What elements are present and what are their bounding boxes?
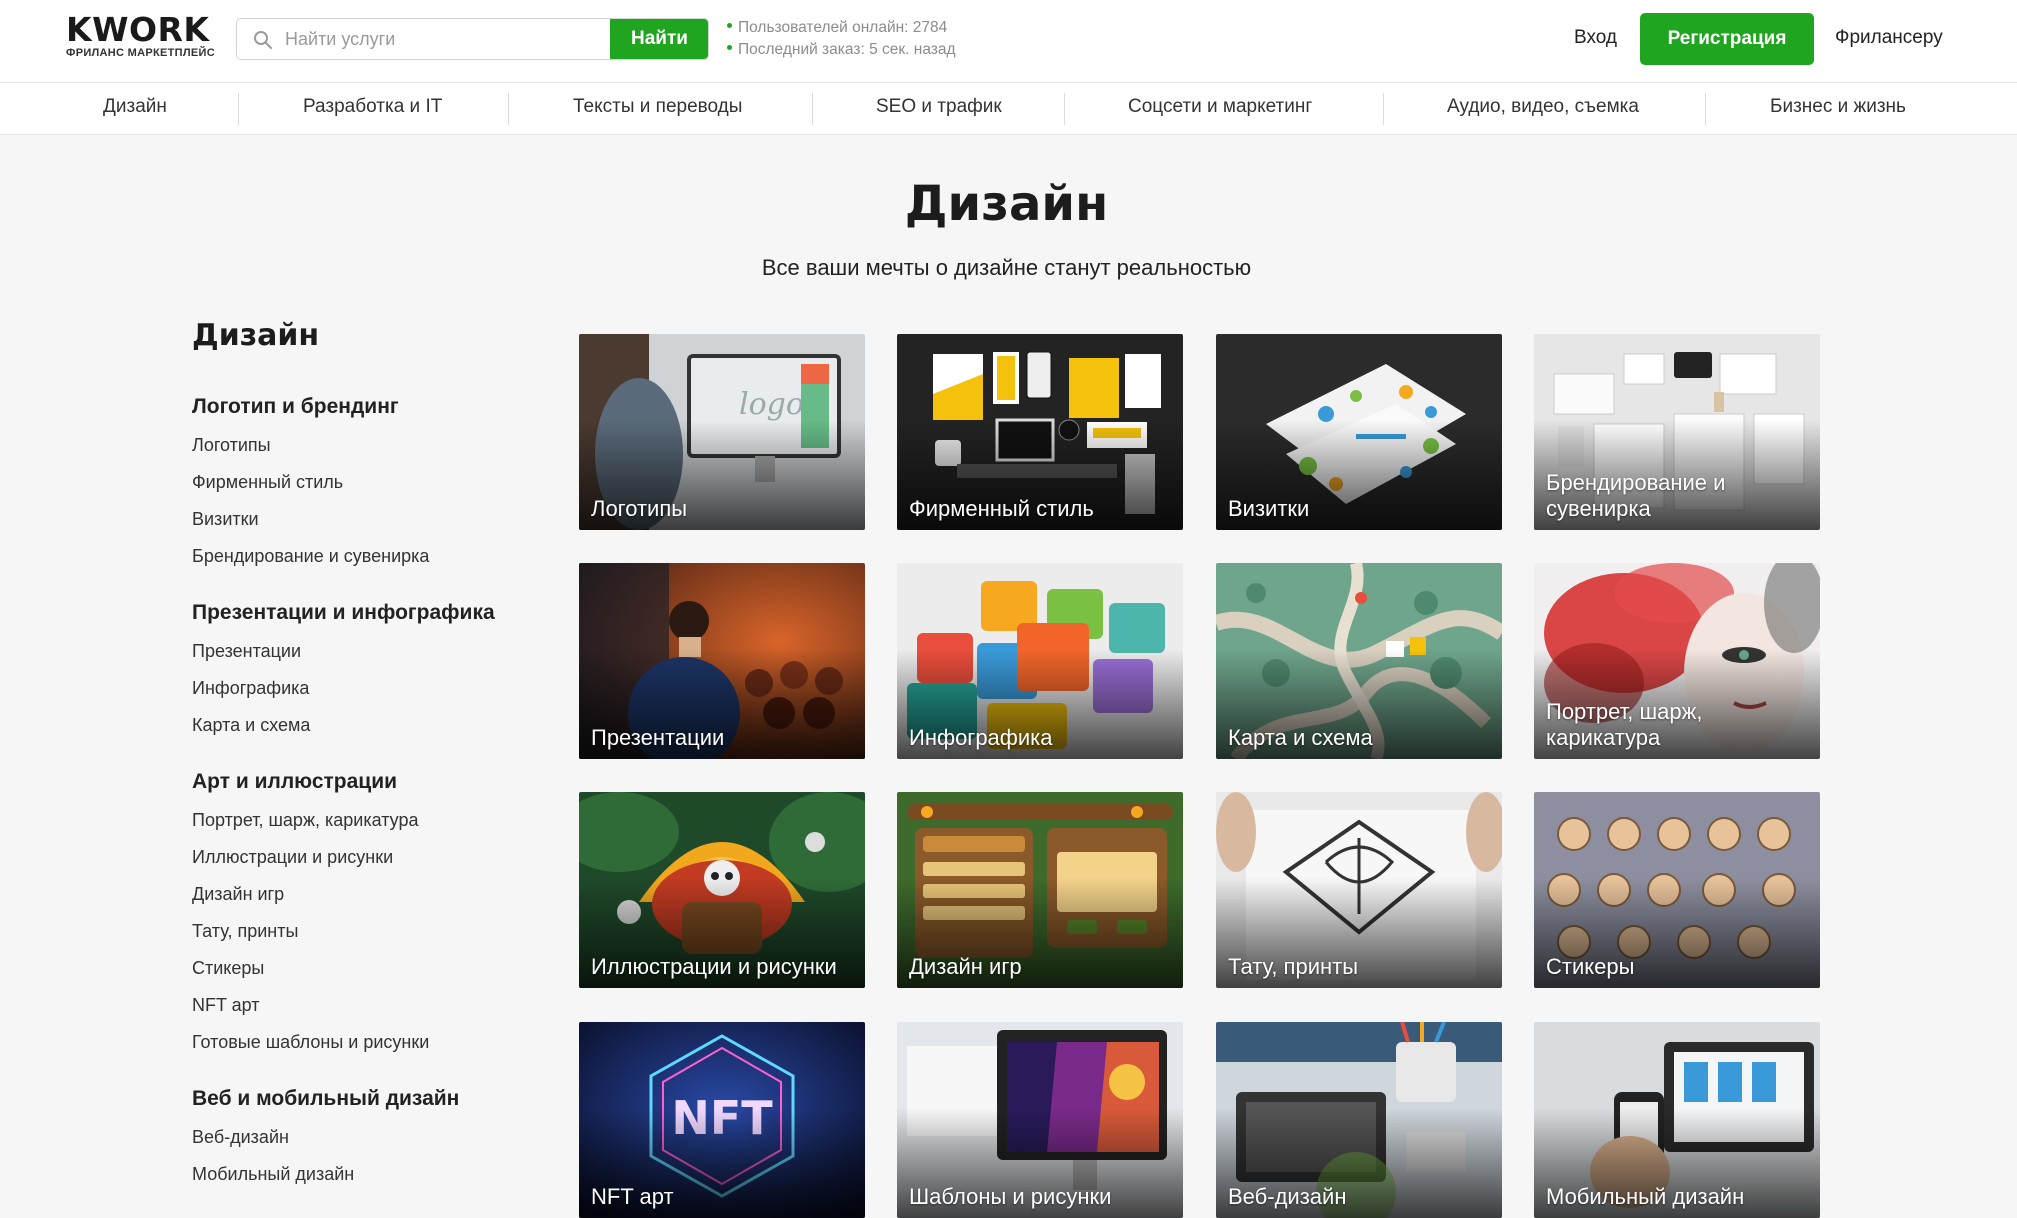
search-input[interactable] xyxy=(285,19,645,59)
nav-divider xyxy=(1064,93,1065,125)
logo-subtitle: ФРИЛАНС МАРКЕТПЛЕЙС xyxy=(66,47,215,59)
sidebar-link[interactable]: NFT арт xyxy=(192,994,552,1031)
tile-illustrations[interactable]: Иллюстрации и рисунки xyxy=(579,792,865,988)
tile-label: Карта и схема xyxy=(1228,725,1373,750)
search-box: Найти xyxy=(236,18,709,60)
nav-divider xyxy=(1383,93,1384,125)
nav-item-design[interactable]: Дизайн xyxy=(103,96,167,118)
kwork-logo[interactable]: KWORK ФРИЛАНС МАРКЕТПЛЕЙС xyxy=(66,10,216,64)
tile-business-cards[interactable]: Визитки xyxy=(1216,334,1502,530)
sidebar-link[interactable]: Дизайн игр xyxy=(192,883,552,920)
nav-item-audio-video[interactable]: Аудио, видео, съемка xyxy=(1447,96,1639,118)
tile-label: Дизайн игр xyxy=(909,954,1022,979)
group-title[interactable]: Презентации и инфографика xyxy=(192,600,552,640)
subcategory-sidebar: Дизайн Логотип и брендинг Логотипы Фирме… xyxy=(192,316,552,1218)
tile-label: Иллюстрации и рисунки xyxy=(591,954,837,979)
search-icon xyxy=(254,31,272,49)
nav-item-texts[interactable]: Тексты и переводы xyxy=(573,96,742,118)
sidebar-link[interactable]: Визитки xyxy=(192,508,552,545)
tile-presentations[interactable]: Презентации xyxy=(579,563,865,759)
tile-game-design[interactable]: Дизайн игр xyxy=(897,792,1183,988)
sidebar-link[interactable]: Готовые шаблоны и рисунки xyxy=(192,1031,552,1068)
tile-nft-art[interactable]: NFT NFT арт xyxy=(579,1022,865,1218)
page-title: Дизайн xyxy=(904,176,1109,232)
tile-web-design[interactable]: Веб-дизайн xyxy=(1216,1022,1502,1218)
tile-label: Логотипы xyxy=(591,496,688,521)
nav-item-development[interactable]: Разработка и IT xyxy=(303,96,442,118)
sidebar-link[interactable]: Фирменный стиль xyxy=(192,471,552,508)
tile-label: Шаблоны и рисунки xyxy=(909,1184,1112,1209)
sidebar-link[interactable]: Карта и схема xyxy=(192,714,552,751)
nav-item-seo[interactable]: SEO и трафик xyxy=(876,96,1002,118)
tile-logos[interactable]: logo Логотипы xyxy=(579,334,865,530)
login-link[interactable]: Вход xyxy=(1574,27,1617,49)
group-title[interactable]: Логотип и брендинг xyxy=(192,394,552,434)
register-button[interactable]: Регистрация xyxy=(1640,13,1814,65)
tile-branded-stationery[interactable]: Брендирование и сувенирка xyxy=(1534,334,1820,530)
sidebar-group-web: Веб и мобильный дизайн Веб-дизайн Мобиль… xyxy=(192,1086,552,1200)
tile-brand-identity[interactable]: Фирменный стиль xyxy=(897,334,1183,530)
sidebar-link[interactable]: Веб-дизайн xyxy=(192,1126,552,1163)
sidebar-link[interactable]: Брендирование и сувенирка xyxy=(192,545,552,582)
tile-templates[interactable]: Шаблоны и рисунки xyxy=(897,1022,1183,1218)
nav-item-social[interactable]: Соцсети и маркетинг xyxy=(1128,96,1312,118)
sidebar-group-presentations: Презентации и инфографика Презентации Ин… xyxy=(192,600,552,751)
tile-label: Фирменный стиль xyxy=(909,496,1094,521)
site-stats: Пользователей онлайн: 2784 Последний зак… xyxy=(727,17,956,61)
tile-label: Визитки xyxy=(1228,496,1310,521)
sidebar-group-branding: Логотип и брендинг Логотипы Фирменный ст… xyxy=(192,394,552,582)
tile-maps[interactable]: Карта и схема xyxy=(1216,563,1502,759)
tile-stickers[interactable]: Стикеры xyxy=(1534,792,1820,988)
page-subtitle: Все ваши мечты о дизайне станут реальнос… xyxy=(761,255,1252,280)
tile-label: Инфографика xyxy=(909,725,1053,750)
sidebar-link[interactable]: Инфографика xyxy=(192,677,552,714)
sidebar-link[interactable]: Логотипы xyxy=(192,434,552,471)
tile-label: Портрет, шарж, карикатура xyxy=(1546,699,1703,750)
nav-divider xyxy=(1705,93,1706,125)
tile-label: Презентации xyxy=(591,725,725,750)
group-title[interactable]: Арт и иллюстрации xyxy=(192,769,552,809)
tile-label: Стикеры xyxy=(1546,954,1635,979)
tile-label: Веб-дизайн xyxy=(1228,1184,1347,1209)
nav-divider xyxy=(812,93,813,125)
tile-portrait[interactable]: Портрет, шарж, карикатура xyxy=(1534,563,1820,759)
tile-label: NFT арт xyxy=(591,1184,674,1209)
sidebar-link[interactable]: Иллюстрации и рисунки xyxy=(192,846,552,883)
sidebar-group-art: Арт и иллюстрации Портрет, шарж, карикат… xyxy=(192,769,552,1068)
tile-label: Брендирование и сувенирка xyxy=(1546,470,1726,521)
tile-label: Тату, принты xyxy=(1228,954,1359,979)
tile-mobile-design[interactable]: Мобильный дизайн xyxy=(1534,1022,1820,1218)
tile-tattoo[interactable]: Тату, принты xyxy=(1216,792,1502,988)
sidebar-link[interactable]: Стикеры xyxy=(192,957,552,994)
sidebar-link[interactable]: Портрет, шарж, карикатура xyxy=(192,809,552,846)
category-nav: Дизайн Разработка и IT Тексты и переводы… xyxy=(0,82,2017,135)
nav-item-business[interactable]: Бизнес и жизнь xyxy=(1770,96,1906,118)
stats-last-order: Последний заказ: 5 сек. назад xyxy=(738,41,956,58)
search-button[interactable]: Найти xyxy=(610,19,708,59)
stats-online: Пользователей онлайн: 2784 xyxy=(738,19,948,36)
tile-infographics[interactable]: Инфографика xyxy=(897,563,1183,759)
site-header: KWORK ФРИЛАНС МАРКЕТПЛЕЙС Найти Пользова… xyxy=(0,0,2017,82)
sidebar-link[interactable]: Презентации xyxy=(192,640,552,677)
group-title[interactable]: Веб и мобильный дизайн xyxy=(192,1086,552,1126)
nav-divider xyxy=(508,93,509,125)
freelancer-link[interactable]: Фрилансеру xyxy=(1835,27,1943,49)
tile-label: Мобильный дизайн xyxy=(1546,1184,1745,1209)
nav-divider xyxy=(238,93,239,125)
svg-text:logo: logo xyxy=(739,387,804,422)
sidebar-title: Дизайн xyxy=(192,318,320,353)
sidebar-link[interactable]: Тату, принты xyxy=(192,920,552,957)
order-dot-icon xyxy=(727,45,732,51)
online-dot-icon xyxy=(727,23,732,29)
sidebar-link[interactable]: Мобильный дизайн xyxy=(192,1163,552,1200)
logo-text: KWORK xyxy=(66,10,210,49)
